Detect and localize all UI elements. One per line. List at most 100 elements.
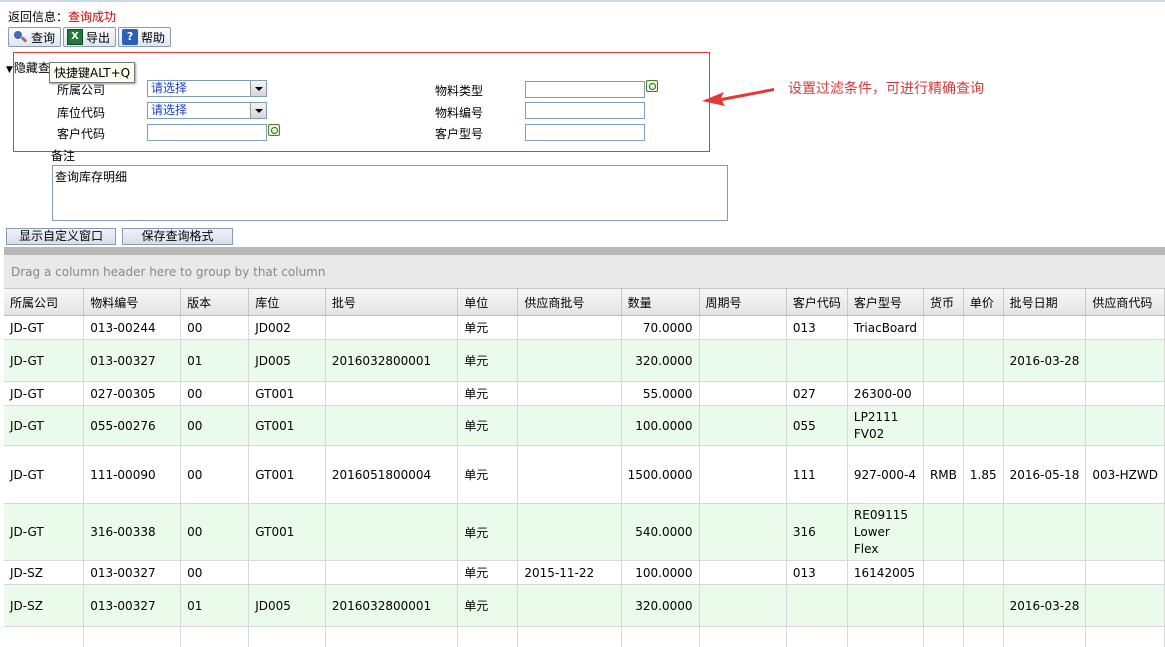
help-button-label: 帮助 xyxy=(141,30,166,45)
help-button[interactable]: ? 帮助 xyxy=(118,27,172,47)
customer-model-input[interactable] xyxy=(525,124,645,141)
query-button[interactable]: 查询 xyxy=(8,27,62,47)
table-cell xyxy=(517,584,622,627)
column-header[interactable]: 单位 xyxy=(457,289,519,316)
status-label: 返回信息： xyxy=(8,10,69,24)
table-cell xyxy=(1003,560,1087,585)
table-cell xyxy=(325,381,459,406)
column-header[interactable]: 供应商批号 xyxy=(517,289,622,316)
table-cell xyxy=(923,315,964,340)
table-cell: 100.0000 xyxy=(621,405,700,446)
table-cell xyxy=(1085,405,1165,446)
column-header[interactable]: 货币 xyxy=(923,289,964,316)
table-cell: 320.0000 xyxy=(621,339,700,382)
table-cell xyxy=(325,503,459,561)
table-row[interactable]: JD-GT 316-00338 00 GT001 单元 540.0000 316 RE0911… xyxy=(4,503,1165,561)
table-cell: GT001 xyxy=(248,445,326,504)
table-cell: 00 xyxy=(180,503,250,561)
table-cell xyxy=(457,626,519,647)
table-cell: JD-GT xyxy=(4,315,85,340)
show-custom-window-button[interactable]: 显示自定义窗口 xyxy=(6,228,116,245)
column-header[interactable]: 所属公司 xyxy=(4,289,85,316)
material-number-input[interactable] xyxy=(525,102,645,119)
table-cell xyxy=(1085,381,1165,406)
table-cell: JD005 xyxy=(248,339,326,382)
table-row[interactable]: JD-SZ 013-00327 00 单元 2015-11-22 100.0000 013 1… xyxy=(4,560,1165,585)
table-cell xyxy=(923,339,964,382)
table-cell xyxy=(1085,560,1165,585)
lookup-icon[interactable] xyxy=(268,124,282,138)
table-cell xyxy=(325,626,459,647)
chevron-down-icon[interactable] xyxy=(250,81,266,96)
table-cell: TriacBoard xyxy=(847,315,924,340)
table-row[interactable]: JD-GT 013-00327 01 JD005 2016032800001 单元 320.… xyxy=(4,339,1165,382)
status-message: 返回信息：查询成功 xyxy=(8,8,116,25)
grid-top-bar xyxy=(4,247,1165,255)
table-cell xyxy=(517,381,622,406)
table-cell: 单元 xyxy=(457,405,519,446)
table-cell: 单元 xyxy=(457,315,519,340)
table-cell: 320.0000 xyxy=(621,584,700,627)
table-cell xyxy=(1085,584,1165,627)
table-cell xyxy=(923,584,964,627)
arrow-annotation-icon xyxy=(702,88,774,106)
table-cell xyxy=(963,315,1004,340)
column-header[interactable]: 物料编号 xyxy=(83,289,182,316)
lookup-icon[interactable] xyxy=(646,80,660,94)
customer-code-input[interactable] xyxy=(147,124,267,141)
table-cell: 2015-11-22 xyxy=(517,560,622,585)
table-cell: 013-00327 xyxy=(83,584,182,627)
column-header[interactable]: 版本 xyxy=(180,289,250,316)
annotation-text: 设置过滤条件，可进行精确查询 xyxy=(788,81,984,97)
column-header[interactable]: 周期号 xyxy=(699,289,787,316)
table-cell xyxy=(786,626,848,647)
table-row[interactable] xyxy=(4,626,1165,647)
table-row[interactable]: JD-GT 055-00276 00 GT001 单元 100.0000 055 LP2111… xyxy=(4,405,1165,446)
table-cell: 027 xyxy=(786,381,848,406)
column-header[interactable]: 供应商代码 xyxy=(1085,289,1165,316)
save-query-format-button[interactable]: 保存查询格式 xyxy=(122,228,233,245)
table-row[interactable]: JD-GT 013-00244 00 JD002 单元 70.0000 013 TriacBo… xyxy=(4,315,1165,340)
notes-textarea[interactable]: 查询库存明细 xyxy=(52,165,728,221)
table-cell xyxy=(786,584,848,627)
table-row[interactable]: JD-SZ 013-00327 01 JD005 2016032800001 单元 320.… xyxy=(4,584,1165,627)
table-cell: 055 xyxy=(786,405,848,446)
company-select[interactable]: 请选择 xyxy=(147,80,267,97)
customer-model-label: 客户型号 xyxy=(435,127,484,141)
table-cell xyxy=(4,626,85,647)
table-cell xyxy=(517,445,622,504)
table-cell xyxy=(923,381,964,406)
company-label: 所属公司 xyxy=(57,83,106,97)
column-header[interactable]: 批号 xyxy=(325,289,459,316)
table-cell xyxy=(699,626,787,647)
table-cell: 1.85 xyxy=(963,445,1004,504)
material-type-input[interactable] xyxy=(525,81,645,98)
table-cell xyxy=(517,503,622,561)
chevron-down-icon[interactable] xyxy=(250,103,266,118)
table-cell xyxy=(699,381,787,406)
export-button[interactable]: X 导出 xyxy=(63,27,117,47)
table-cell xyxy=(83,626,182,647)
table-cell: 单元 xyxy=(457,339,519,382)
column-header[interactable]: 数量 xyxy=(621,289,700,316)
table-cell: 013-00327 xyxy=(83,339,182,382)
column-header[interactable]: 单价 xyxy=(963,289,1004,316)
table-cell: 027-00305 xyxy=(83,381,182,406)
table-cell: 00 xyxy=(180,315,250,340)
location-code-select[interactable]: 请选择 xyxy=(147,102,267,119)
column-header[interactable]: 客户型号 xyxy=(847,289,924,316)
table-row[interactable]: JD-GT 027-00305 00 GT001 单元 55.0000 027 26300-0… xyxy=(4,381,1165,406)
table-cell xyxy=(180,626,250,647)
table-cell xyxy=(923,626,964,647)
table-cell xyxy=(963,626,1004,647)
column-header[interactable]: 库位 xyxy=(248,289,326,316)
table-cell: 16142005 xyxy=(847,560,924,585)
table-cell xyxy=(517,405,622,446)
table-cell: JD-SZ xyxy=(4,584,85,627)
column-header[interactable]: 批号日期 xyxy=(1003,289,1087,316)
table-cell: 01 xyxy=(180,584,250,627)
table-row[interactable]: JD-GT 111-00090 00 GT001 2016051800004 单元 1500… xyxy=(4,445,1165,504)
group-by-area[interactable]: Drag a column header here to group by th… xyxy=(4,255,1165,289)
table-cell: JD-GT xyxy=(4,381,85,406)
column-header[interactable]: 客户代码 xyxy=(786,289,848,316)
